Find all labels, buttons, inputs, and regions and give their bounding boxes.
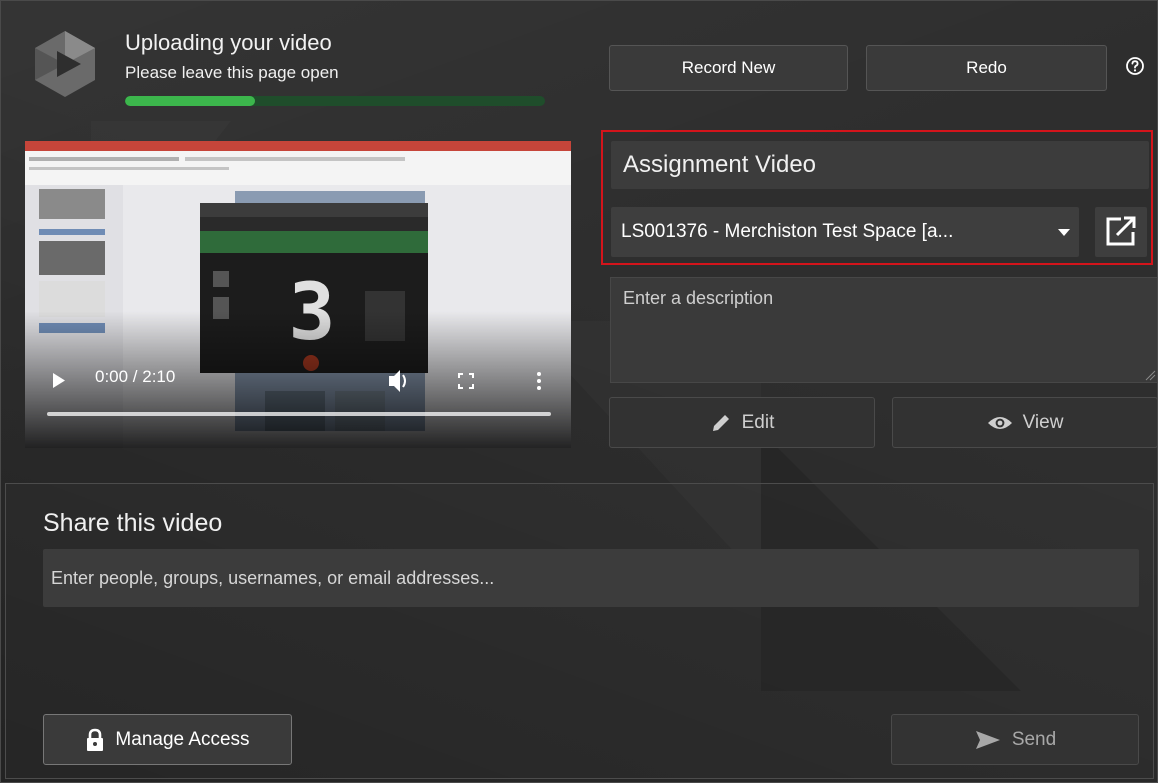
play-icon[interactable] — [53, 373, 65, 388]
help-circle-icon[interactable] — [1125, 56, 1145, 76]
send-icon — [975, 730, 1000, 749]
share-recipients-input[interactable]: Enter people, groups, usernames, or emai… — [43, 549, 1139, 607]
send-button[interactable]: Send — [891, 714, 1139, 765]
assignment-folder-select[interactable]: LS001376 - Merchiston Test Space [a... — [611, 207, 1079, 257]
more-options-icon[interactable] — [537, 372, 541, 390]
resize-handle-icon[interactable] — [1144, 369, 1156, 381]
record-new-button[interactable]: Record New — [609, 45, 848, 91]
description-textarea[interactable]: Enter a description — [610, 277, 1157, 383]
edit-button[interactable]: Edit — [609, 397, 875, 448]
recorder-panel: Uploading your video Please leave this p… — [0, 0, 1158, 783]
volume-icon[interactable] — [389, 370, 406, 392]
assignment-title-field[interactable]: Assignment Video — [611, 141, 1149, 189]
upload-subtitle: Please leave this page open — [125, 63, 339, 82]
edit-label: Edit — [741, 411, 775, 433]
record-new-label: Record New — [681, 58, 776, 77]
open-external-icon — [1106, 216, 1137, 246]
video-player[interactable]: 3 0:00 / — [25, 141, 571, 448]
upload-title: Uploading your video — [125, 30, 332, 55]
eye-icon — [987, 416, 1012, 429]
open-external-button[interactable] — [1095, 207, 1147, 257]
lock-icon — [87, 728, 104, 751]
send-label: Send — [1011, 728, 1057, 750]
redo-button[interactable]: Redo — [866, 45, 1107, 91]
view-label: View — [1022, 411, 1064, 433]
panopto-logo-icon — [35, 31, 95, 97]
share-title: Share this video — [43, 509, 223, 537]
view-button[interactable]: View — [892, 397, 1157, 448]
upload-progress-bar — [125, 96, 545, 106]
upload-progress-fill — [125, 96, 256, 106]
manage-access-label: Manage Access — [115, 728, 250, 750]
manage-access-button[interactable]: Manage Access — [43, 714, 292, 765]
fullscreen-icon[interactable] — [458, 373, 474, 389]
caret-down-icon[interactable] — [1058, 229, 1070, 236]
video-seek-bar[interactable] — [47, 412, 551, 416]
redo-label: Redo — [966, 58, 1007, 77]
video-time-display: 0:00 / 2:10 — [95, 367, 176, 386]
pencil-icon — [712, 414, 729, 431]
